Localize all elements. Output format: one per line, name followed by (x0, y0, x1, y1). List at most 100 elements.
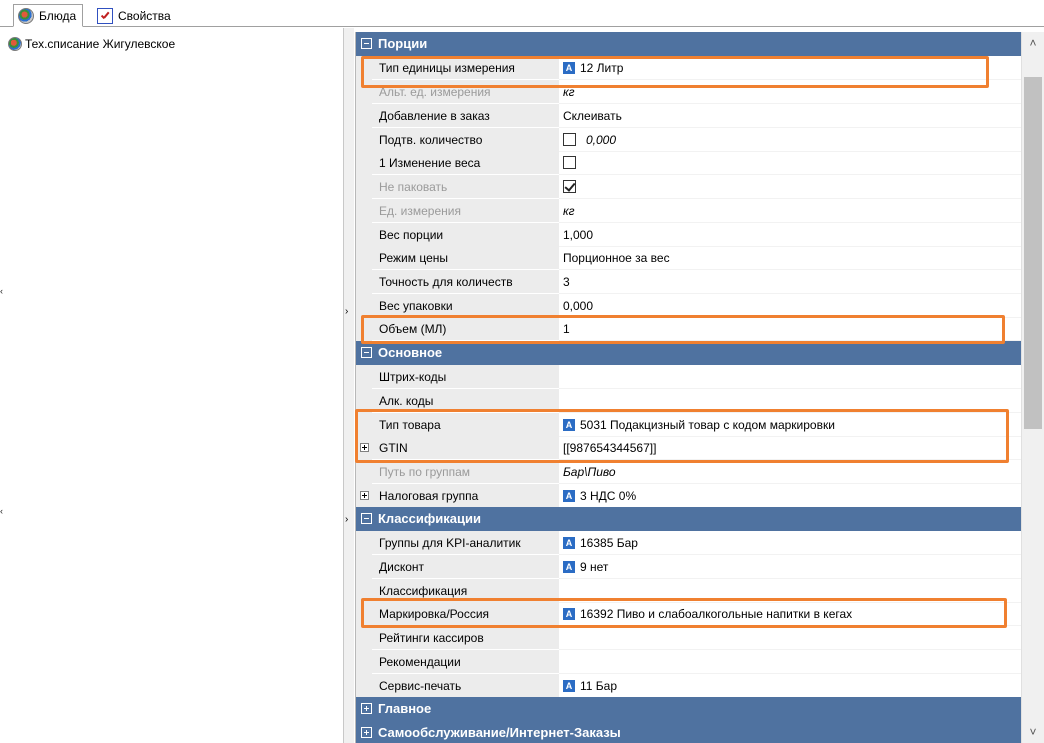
expand-icon[interactable] (360, 443, 369, 452)
property-row-marking-russia[interactable]: Маркировка/Россия A 16392 Пиво и слабоалк… (356, 602, 1021, 626)
property-name: Ед. измерения (372, 199, 559, 223)
property-row-unit-type[interactable]: Тип единицы измерения A 12 Литр (356, 56, 1021, 80)
property-row-product-type[interactable]: Тип товара A 5031 Подакцизный товар с код… (356, 413, 1021, 437)
property-value[interactable]: A 5031 Подакцизный товар с кодом маркиров… (559, 413, 1021, 437)
checkbox-checked (563, 180, 576, 193)
property-value[interactable] (559, 365, 1021, 389)
category-label: Классификации (378, 511, 481, 526)
property-name: Добавление в заказ (372, 104, 559, 128)
tree-panel: Тех.списание Жигулевское ‹ ‹ (0, 28, 344, 743)
property-name: Маркировка/Россия (372, 602, 559, 626)
property-value[interactable]: 0,000 (559, 128, 1021, 152)
property-row-add-to-order[interactable]: Добавление в заказ Склеивать (356, 104, 1021, 128)
property-row-weight-change[interactable]: 1 Изменение веса (356, 151, 1021, 175)
expand-right-arrow-icon[interactable]: › (345, 306, 348, 317)
checkbox[interactable] (563, 156, 576, 169)
property-value[interactable]: 1 (559, 317, 1021, 341)
collapse-icon[interactable] (361, 38, 372, 49)
property-value[interactable] (559, 579, 1021, 603)
property-value[interactable]: A 12 Литр (559, 56, 1021, 80)
property-row-recommendations[interactable]: Рекомендации (356, 650, 1021, 674)
property-row-price-mode[interactable]: Режим цены Порционное за вес (356, 246, 1021, 270)
category-selfservice[interactable]: Самообслуживание/Интернет-Заказы (356, 721, 1021, 743)
properties-icon (97, 8, 113, 24)
category-main[interactable]: Основное (356, 341, 1021, 365)
property-row-discount[interactable]: Дисконт A 9 нет (356, 555, 1021, 579)
reference-icon: A (563, 680, 575, 692)
tab-properties-label: Свойства (118, 9, 171, 23)
value-text: 16385 Бар (580, 536, 638, 550)
reference-icon: A (563, 62, 575, 74)
property-row-kpi-groups[interactable]: Группы для KPI-аналитик A 16385 Бар (356, 531, 1021, 555)
property-value[interactable]: Склеивать (559, 104, 1021, 128)
category-classification[interactable]: Классификации (356, 507, 1021, 531)
property-row-cashier-ratings[interactable]: Рейтинги кассиров (356, 626, 1021, 650)
property-value: Бар\Пиво (559, 460, 1021, 484)
collapse-icon[interactable] (361, 513, 372, 524)
scroll-down-icon[interactable]: ˅ (1022, 721, 1044, 743)
property-value: кг (559, 199, 1021, 223)
value-text: 11 Бар (580, 679, 618, 693)
property-value[interactable]: 0,000 (559, 294, 1021, 318)
property-row-no-pack[interactable]: Не паковать (356, 175, 1021, 199)
property-row-group-path[interactable]: Путь по группам Бар\Пиво (356, 460, 1021, 484)
property-row-gtin[interactable]: GTIN [[987654344567]] (356, 436, 1021, 460)
value-text: 0,000 (586, 133, 617, 147)
property-value[interactable]: A 3 НДС 0% (559, 484, 1021, 508)
tab-properties[interactable]: Свойства (93, 5, 177, 27)
category-portions[interactable]: Порции (356, 32, 1021, 56)
collapse-left-arrow-icon[interactable]: ‹ (0, 286, 3, 296)
property-value[interactable] (559, 389, 1021, 413)
checkbox[interactable] (563, 133, 576, 146)
expand-icon[interactable] (360, 491, 369, 500)
property-row-alt-unit[interactable]: Альт. ед. измерения кг (356, 80, 1021, 104)
panel-splitter[interactable]: › › (344, 28, 354, 743)
vertical-scrollbar[interactable]: ˄ ˅ (1021, 32, 1044, 743)
property-row-alc-codes[interactable]: Алк. коды (356, 389, 1021, 413)
reference-icon: A (563, 561, 575, 573)
collapse-icon[interactable] (361, 347, 372, 358)
dish-icon (8, 37, 22, 51)
reference-icon: A (563, 537, 575, 549)
property-value[interactable] (559, 151, 1021, 175)
property-name: Объем (МЛ) (372, 317, 559, 341)
category-general[interactable]: Главное (356, 697, 1021, 721)
property-row-confirm-qty[interactable]: Подтв. количество 0,000 (356, 128, 1021, 152)
property-value[interactable]: A 11 Бар (559, 674, 1021, 698)
property-row-volume[interactable]: Объем (МЛ) 1 (356, 317, 1021, 341)
property-name: Алк. коды (372, 389, 559, 413)
category-label: Главное (378, 701, 432, 716)
property-row-classification[interactable]: Классификация (356, 579, 1021, 603)
property-row-tax-group[interactable]: Налоговая группа A 3 НДС 0% (356, 484, 1021, 508)
property-value[interactable]: [[987654344567]] (559, 436, 1021, 460)
property-name: Альт. ед. измерения (372, 80, 559, 104)
property-row-unit[interactable]: Ед. измерения кг (356, 199, 1021, 223)
property-value[interactable]: A 9 нет (559, 555, 1021, 579)
scroll-thumb[interactable] (1024, 77, 1042, 429)
property-row-qty-precision[interactable]: Точность для количеств 3 (356, 270, 1021, 294)
expand-icon[interactable] (361, 703, 372, 714)
collapse-left-arrow-icon[interactable]: ‹ (0, 506, 3, 516)
property-row-barcodes[interactable]: Штрих-коды (356, 365, 1021, 389)
property-value[interactable]: Порционное за вес (559, 246, 1021, 270)
property-row-service-print[interactable]: Сервис-печать A 11 Бар (356, 674, 1021, 698)
property-value[interactable] (559, 626, 1021, 650)
property-value[interactable]: 3 (559, 270, 1021, 294)
reference-icon: A (563, 419, 575, 431)
property-value[interactable]: 1,000 (559, 223, 1021, 247)
property-value[interactable]: A 16385 Бар (559, 531, 1021, 555)
tab-strip: Блюда Свойства (0, 0, 1044, 28)
property-row-pack-weight[interactable]: Вес упаковки 0,000 (356, 294, 1021, 318)
property-row-portion-weight[interactable]: Вес порции 1,000 (356, 223, 1021, 247)
value-text: 5031 Подакцизный товар с кодом маркировк… (580, 418, 835, 432)
expand-right-arrow-icon[interactable]: › (345, 514, 348, 525)
property-value[interactable]: A 16392 Пиво и слабоалкогольные напитки в… (559, 602, 1021, 626)
tab-dishes[interactable]: Блюда (13, 4, 84, 27)
expand-icon[interactable] (361, 727, 372, 738)
tree-item[interactable]: Тех.списание Жигулевское (8, 37, 175, 51)
property-value[interactable] (559, 650, 1021, 674)
property-name: Дисконт (372, 555, 559, 579)
dish-icon (18, 7, 34, 24)
scroll-up-icon[interactable]: ˄ (1022, 32, 1044, 54)
value-text: 3 НДС 0% (580, 489, 637, 503)
